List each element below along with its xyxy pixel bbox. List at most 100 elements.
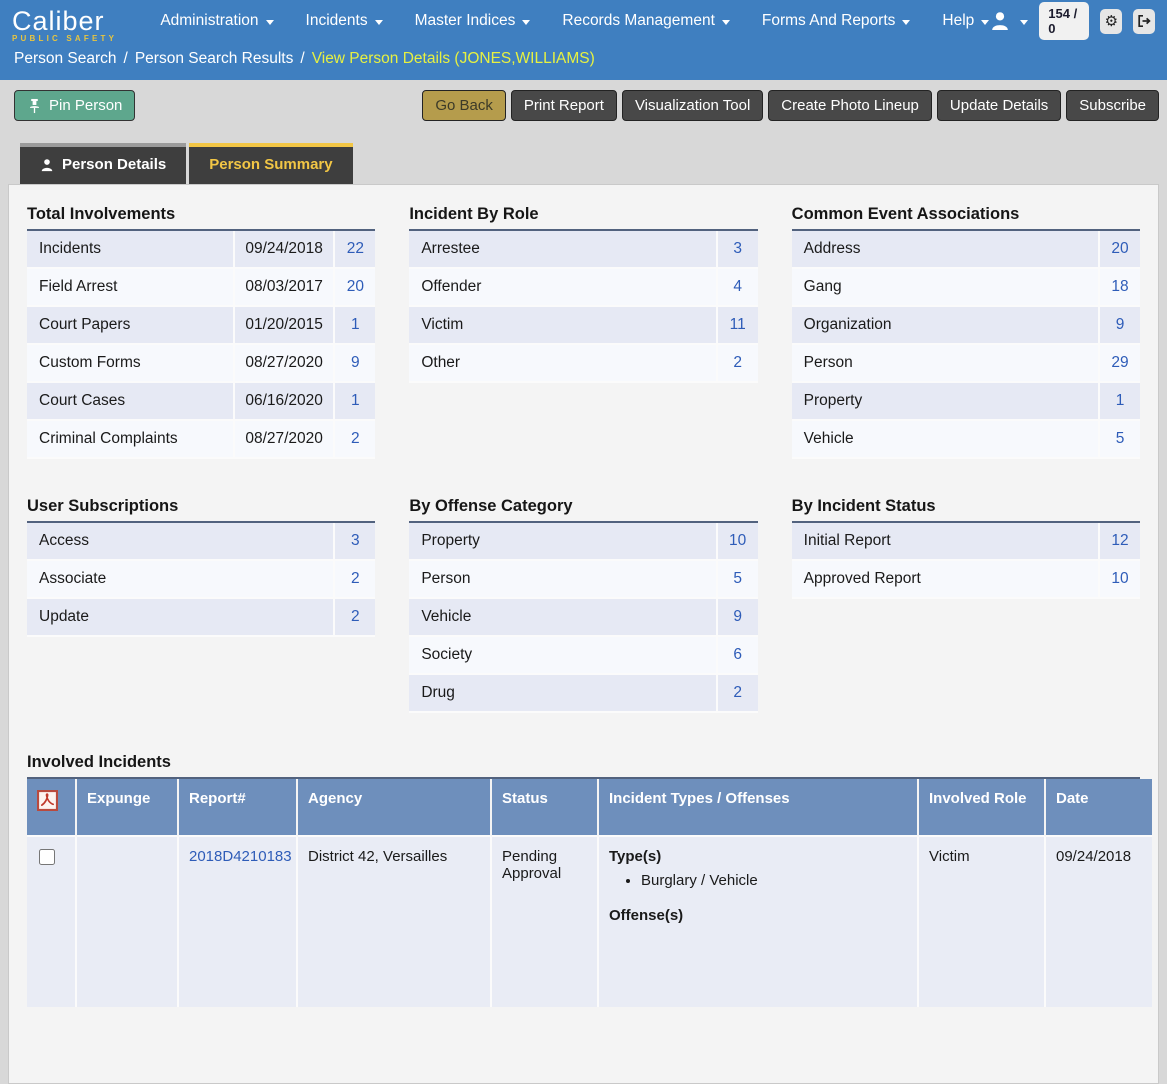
settings-button[interactable]: ⚙	[1100, 9, 1122, 34]
nav-row: Caliber PUBLIC SAFETY Administration Inci…	[0, 0, 1167, 42]
row-count-link[interactable]: 18	[1100, 269, 1140, 305]
visualization-tool-button[interactable]: Visualization Tool	[622, 90, 763, 121]
row-count-link[interactable]: 6	[718, 637, 758, 673]
row-count-link[interactable]: 9	[1100, 307, 1140, 343]
row-count-link[interactable]: 11	[718, 307, 758, 343]
row-date: 01/20/2015	[235, 307, 335, 343]
row-label: Society	[409, 637, 717, 673]
status-cell: Pending Approval	[492, 837, 599, 1007]
row-count-link[interactable]: 2	[335, 421, 375, 457]
caliber-logo[interactable]: Caliber PUBLIC SAFETY	[12, 9, 144, 43]
row-count-link[interactable]: 5	[1100, 421, 1140, 457]
tab-person-details[interactable]: Person Details	[20, 143, 186, 184]
row-count-link[interactable]: 22	[335, 231, 375, 267]
row-count-link[interactable]: 9	[718, 599, 758, 635]
row-label: Property	[792, 383, 1100, 419]
person-summary-panel: Total InvolvementsIncidents09/24/201822F…	[8, 184, 1159, 1084]
table-row: Associate2	[27, 561, 375, 599]
row-label: Criminal Complaints	[27, 421, 235, 457]
row-count-link[interactable]: 2	[335, 599, 375, 635]
involved-incidents-title: Involved Incidents	[27, 753, 1140, 772]
row-count-link[interactable]: 2	[335, 561, 375, 597]
chevron-down-icon	[902, 20, 910, 25]
row-count-link[interactable]: 9	[335, 345, 375, 381]
tab-bar: Person DetailsPerson Summary	[20, 143, 1167, 184]
user-icon	[989, 10, 1011, 32]
row-count-link[interactable]: 10	[1100, 561, 1140, 597]
nav-item-incidents[interactable]: Incidents	[306, 12, 383, 30]
row-label: Court Cases	[27, 383, 235, 419]
row-label: Update	[27, 599, 335, 635]
tab-person-summary[interactable]: Person Summary	[189, 143, 352, 184]
row-count-link[interactable]: 20	[1100, 231, 1140, 267]
table-row: Address20	[792, 231, 1140, 269]
go-back-button[interactable]: Go Back	[422, 90, 506, 121]
summary-sections: Total InvolvementsIncidents09/24/201822F…	[27, 205, 1140, 713]
incident-checkbox[interactable]	[39, 849, 55, 865]
row-date: 09/24/2018	[235, 231, 335, 267]
brand-tagline: PUBLIC SAFETY	[12, 34, 144, 43]
row-count-link[interactable]: 1	[335, 307, 375, 343]
breadcrumb-current: View Person Details (JONES,WILLIAMS)	[312, 50, 595, 67]
table-row: Other2	[409, 345, 757, 383]
report-cell: 2018D4210183	[179, 837, 298, 1007]
section-title: Incident By Role	[409, 205, 757, 224]
nav-item-records-management[interactable]: Records Management	[562, 12, 730, 30]
section-title: By Incident Status	[792, 497, 1140, 516]
summary-section-total-involvements: Total InvolvementsIncidents09/24/201822F…	[27, 205, 375, 459]
row-label: Victim	[409, 307, 717, 343]
nav-item-master-indices[interactable]: Master Indices	[415, 12, 531, 30]
breadcrumb-link-person-search-results[interactable]: Person Search Results	[135, 50, 294, 67]
select-cell	[27, 837, 77, 1007]
chevron-down-icon	[1020, 20, 1028, 25]
row-date: 08/03/2017	[235, 269, 335, 305]
section-title: By Offense Category	[409, 497, 757, 516]
row-count-link[interactable]: 3	[335, 523, 375, 559]
row-count-link[interactable]: 5	[718, 561, 758, 597]
create-photo-lineup-button[interactable]: Create Photo Lineup	[768, 90, 932, 121]
row-label: Incidents	[27, 231, 235, 267]
breadcrumb-link-person-search[interactable]: Person Search	[14, 50, 117, 67]
row-count-link[interactable]: 12	[1100, 523, 1140, 559]
user-menu[interactable]	[989, 10, 1028, 32]
summary-section-user-subscriptions: User SubscriptionsAccess3Associate2Updat…	[27, 497, 375, 637]
nav-item-label: Master Indices	[415, 12, 516, 30]
table-row: Vehicle9	[409, 599, 757, 637]
row-count-link[interactable]: 1	[335, 383, 375, 419]
breadcrumb-separator: /	[124, 50, 128, 67]
row-count-link[interactable]: 2	[718, 675, 758, 711]
summary-table: Initial Report12Approved Report10	[792, 523, 1140, 599]
section-title: Total Involvements	[27, 205, 375, 224]
nav-item-label: Administration	[160, 12, 258, 30]
pin-person-button[interactable]: Pin Person	[14, 90, 135, 121]
table-row: Incidents09/24/201822	[27, 231, 375, 269]
row-count-link[interactable]: 1	[1100, 383, 1140, 419]
row-count-link[interactable]: 4	[718, 269, 758, 305]
subscribe-button[interactable]: Subscribe	[1066, 90, 1159, 121]
row-count-link[interactable]: 3	[718, 231, 758, 267]
row-count-link[interactable]: 29	[1100, 345, 1140, 381]
counter-badge[interactable]: 154 / 0	[1039, 2, 1089, 40]
incident-type: Burglary / Vehicle	[641, 872, 907, 889]
row-count-link[interactable]: 2	[718, 345, 758, 381]
row-label: Initial Report	[792, 523, 1100, 559]
report-number-link[interactable]: 2018D4210183	[189, 848, 292, 865]
nav-item-label: Records Management	[562, 12, 715, 30]
row-label: Address	[792, 231, 1100, 267]
incident-types-cell: Type(s)Burglary / VehicleOffense(s)	[599, 837, 919, 1007]
nav-item-forms-and-reports[interactable]: Forms And Reports	[762, 12, 911, 30]
gear-icon: ⚙	[1105, 14, 1118, 29]
print-report-button[interactable]: Print Report	[511, 90, 617, 121]
logout-button[interactable]	[1133, 9, 1155, 34]
nav-item-help[interactable]: Help	[942, 12, 989, 30]
pdf-export-icon[interactable]	[37, 790, 58, 811]
row-count-link[interactable]: 20	[335, 269, 375, 305]
row-label: Other	[409, 345, 717, 381]
row-count-link[interactable]: 10	[718, 523, 758, 559]
table-row: Drug2	[409, 675, 757, 713]
chevron-down-icon	[375, 20, 383, 25]
summary-table: Access3Associate2Update2	[27, 523, 375, 637]
nav-item-label: Forms And Reports	[762, 12, 896, 30]
nav-item-administration[interactable]: Administration	[160, 12, 273, 30]
update-details-button[interactable]: Update Details	[937, 90, 1061, 121]
